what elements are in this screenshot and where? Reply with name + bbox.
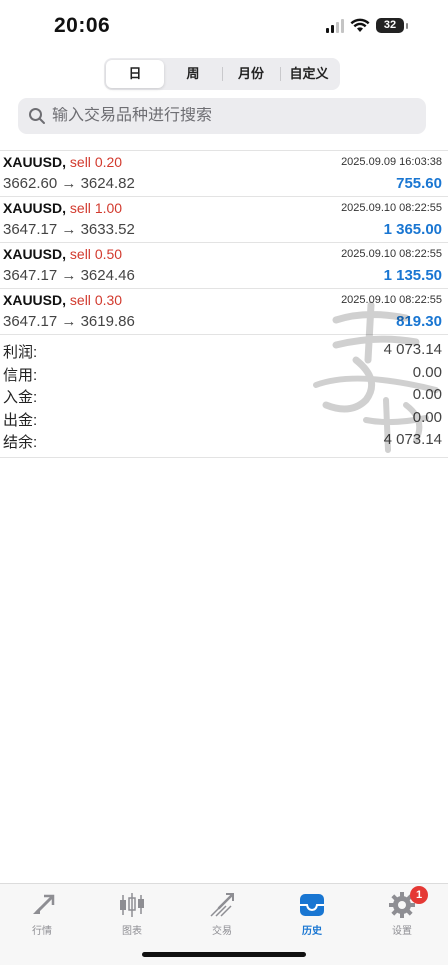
candlestick-chart-icon — [120, 893, 144, 917]
deal-prices: 3647.17 → 3619.86 — [3, 313, 135, 330]
summary-label: 利润: — [3, 344, 38, 361]
summary-row-balance: 结余: 4 073.14 — [0, 430, 448, 453]
home-indicator — [142, 952, 306, 957]
search-icon — [29, 108, 45, 124]
bottom-tab-bar: 行情 图表 交易 历史 1 设置 — [0, 883, 448, 965]
deal-side: sell — [69, 154, 91, 170]
summary-value: 0.00 — [412, 386, 442, 404]
deal-side: sell — [69, 200, 91, 216]
deal-datetime: 2025.09.09 16:03:38 — [341, 156, 442, 168]
tab-label: 设置 — [392, 926, 412, 937]
deal-profit: 755.60 — [396, 175, 442, 192]
period-tab-custom[interactable]: 自定义 — [280, 60, 338, 88]
notification-badge: 1 — [410, 886, 428, 904]
deal-volume: 1.00 — [94, 200, 123, 216]
deal-row[interactable]: XAUUSD, sell 1.00 2025.09.10 08:22:55 36… — [0, 197, 448, 243]
deal-side: sell — [69, 246, 91, 262]
deal-open-price: 3662.60 — [3, 175, 58, 192]
summary-row-withdrawal: 出金: 0.00 — [0, 408, 448, 431]
deal-open-price: 3647.17 — [3, 267, 58, 284]
deal-side: sell — [69, 292, 91, 308]
period-segmented-control: 日 周 月份 自定义 — [104, 58, 340, 90]
arrow-right-icon: → — [61, 221, 77, 238]
search-input[interactable] — [52, 107, 392, 125]
tab-chart[interactable]: 图表 — [102, 890, 162, 937]
tab-label: 交易 — [212, 926, 232, 937]
account-summary: 利润: 4 073.14 信用: 0.00 入金: 0.00 出金: 0.00 … — [0, 340, 448, 458]
period-tab-day[interactable]: 日 — [106, 60, 164, 88]
deal-datetime: 2025.09.10 08:22:55 — [341, 202, 442, 214]
deal-prices: 3647.17 → 3624.46 — [3, 267, 135, 284]
summary-label: 出金: — [3, 411, 38, 429]
deal-symbol: XAUUSD, — [3, 246, 67, 262]
deal-volume: 0.30 — [94, 292, 123, 308]
period-tab-week[interactable]: 周 — [164, 60, 222, 88]
deal-row[interactable]: XAUUSD, sell 0.20 2025.09.09 16:03:38 36… — [0, 151, 448, 197]
tab-history[interactable]: 历史 — [282, 890, 342, 937]
status-time: 20:06 — [54, 14, 111, 37]
deal-symbol-line: XAUUSD, sell 0.20 — [3, 154, 122, 170]
status-bar: 20:06 32 — [0, 0, 448, 54]
tab-trade[interactable]: 交易 — [192, 890, 252, 937]
summary-row-profit: 利润: 4 073.14 — [0, 340, 448, 363]
deal-symbol: XAUUSD, — [3, 292, 67, 308]
summary-label: 结余: — [3, 434, 38, 452]
status-icons: 32 — [326, 18, 408, 33]
deal-profit: 1 365.00 — [383, 221, 442, 238]
cellular-signal-icon — [326, 18, 344, 33]
tab-label: 行情 — [32, 926, 52, 937]
deal-profit: 1 135.50 — [383, 267, 442, 284]
trade-icon — [210, 893, 234, 917]
arrow-right-icon: → — [61, 313, 77, 330]
deal-symbol-line: XAUUSD, sell 0.50 — [3, 246, 122, 262]
deal-row[interactable]: XAUUSD, sell 0.30 2025.09.10 08:22:55 36… — [0, 289, 448, 335]
deal-row[interactable]: XAUUSD, sell 0.50 2025.09.10 08:22:55 36… — [0, 243, 448, 289]
deal-symbol: XAUUSD, — [3, 154, 67, 170]
arrow-right-icon: → — [61, 267, 77, 284]
summary-row-deposit: 入金: 0.00 — [0, 385, 448, 408]
deal-symbol-line: XAUUSD, sell 1.00 — [3, 200, 122, 216]
summary-label: 入金: — [3, 389, 38, 407]
deal-open-price: 3647.17 — [3, 313, 58, 330]
deal-close-price: 3624.46 — [80, 267, 135, 284]
deal-prices: 3647.17 → 3633.52 — [3, 221, 135, 238]
period-tab-month[interactable]: 月份 — [222, 60, 280, 88]
deal-symbol-line: XAUUSD, sell 0.30 — [3, 292, 122, 308]
deals-list: XAUUSD, sell 0.20 2025.09.09 16:03:38 36… — [0, 150, 448, 335]
summary-value: 0.00 — [412, 408, 442, 426]
tab-settings[interactable]: 1 设置 — [372, 886, 432, 937]
deal-close-price: 3624.82 — [80, 175, 135, 192]
summary-row-credit: 信用: 0.00 — [0, 363, 448, 386]
deal-prices: 3662.60 → 3624.82 — [3, 175, 135, 192]
search-bar[interactable] — [18, 98, 426, 134]
battery-indicator: 32 — [376, 18, 408, 33]
wifi-icon — [350, 18, 370, 32]
deal-open-price: 3647.17 — [3, 221, 58, 238]
tab-quotes[interactable]: 行情 — [12, 890, 72, 937]
deal-symbol: XAUUSD, — [3, 200, 67, 216]
deal-close-price: 3619.86 — [80, 313, 135, 330]
tab-label: 历史 — [302, 926, 322, 937]
tab-label: 图表 — [122, 926, 142, 937]
deal-datetime: 2025.09.10 08:22:55 — [341, 248, 442, 260]
deal-datetime: 2025.09.10 08:22:55 — [341, 294, 442, 306]
history-inbox-icon — [300, 894, 324, 916]
arrow-right-icon: → — [61, 175, 77, 192]
deal-close-price: 3633.52 — [80, 221, 135, 238]
summary-value: 4 073.14 — [383, 431, 442, 449]
summary-value: 4 073.14 — [383, 341, 442, 358]
deal-profit: 819.30 — [396, 313, 442, 330]
deal-volume: 0.20 — [94, 154, 123, 170]
quotes-icon — [32, 894, 55, 915]
summary-label: 信用: — [3, 366, 38, 384]
deal-volume: 0.50 — [94, 246, 123, 262]
summary-value: 0.00 — [412, 363, 442, 381]
